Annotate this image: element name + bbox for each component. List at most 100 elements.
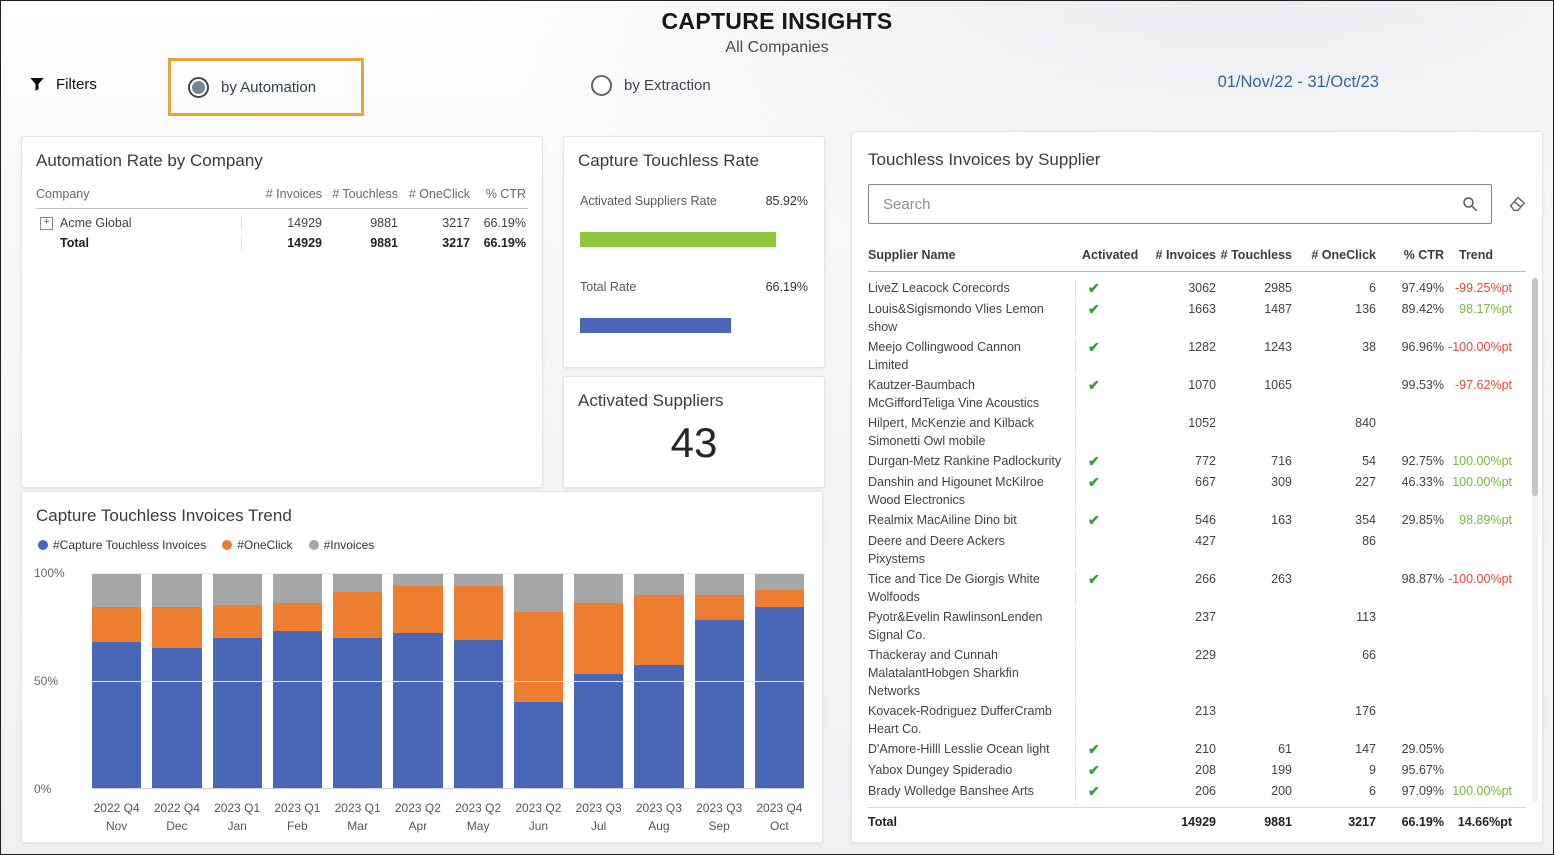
column-header-trend[interactable]: Trend bbox=[1444, 248, 1512, 262]
column-header-touchless[interactable]: # Touchless bbox=[322, 187, 398, 201]
radio-by-automation[interactable]: by Automation bbox=[171, 61, 361, 113]
column-header-activated[interactable]: Activated bbox=[1076, 248, 1132, 262]
column-header-company[interactable]: Company bbox=[36, 187, 242, 201]
x-label-month: Jan bbox=[213, 817, 262, 835]
filters-button[interactable]: Filters bbox=[28, 75, 97, 93]
metric-bar[interactable] bbox=[580, 232, 808, 247]
bar-segment bbox=[634, 573, 683, 595]
bar-segment bbox=[574, 674, 623, 788]
radio-unselected-icon bbox=[591, 75, 612, 96]
supplier-oneclick-cell: 54 bbox=[1292, 452, 1376, 471]
x-label-quarter: 2023 Q2 bbox=[393, 799, 442, 817]
radio-by-extraction[interactable]: by Extraction bbox=[591, 75, 711, 96]
trend-bar[interactable] bbox=[393, 573, 442, 788]
column-header-oneclick[interactable]: # OneClick bbox=[398, 187, 470, 201]
supplier-trend-cell: -99.25%pt bbox=[1444, 279, 1512, 298]
supplier-row[interactable]: LiveZ Leacock Corecords✔30622985697.49%-… bbox=[868, 278, 1526, 299]
supplier-row[interactable]: Brady Wolledge Banshee Arts✔206200697.09… bbox=[868, 781, 1526, 802]
column-header-ctr[interactable]: % CTR bbox=[1376, 248, 1444, 262]
bar-segment bbox=[393, 573, 442, 586]
x-axis-label: 2022 Q4Nov bbox=[92, 799, 141, 835]
total-touchless: 9881 bbox=[1216, 815, 1292, 829]
x-label-quarter: 2022 Q4 bbox=[92, 799, 141, 817]
trend-bar[interactable] bbox=[213, 573, 262, 788]
eraser-icon[interactable] bbox=[1506, 193, 1528, 215]
supplier-name-cell: Deere and Deere Ackers Pixystems bbox=[868, 532, 1076, 568]
trend-bar[interactable] bbox=[514, 573, 563, 788]
supplier-row[interactable]: Pyotr&Evelin RawlinsonLenden Signal Co.2… bbox=[868, 607, 1526, 645]
column-header-invoices[interactable]: # Invoices bbox=[1132, 248, 1216, 262]
supplier-row[interactable]: Meejo Collingwood Cannon Limited✔1282124… bbox=[868, 337, 1526, 375]
supplier-touchless-cell: 163 bbox=[1216, 511, 1292, 530]
bar-stack bbox=[273, 573, 322, 788]
supplier-row[interactable]: Yabox Dungey Spideradio✔208199995.67% bbox=[868, 760, 1526, 781]
x-label-month: Mar bbox=[333, 817, 382, 835]
search-icon[interactable] bbox=[1461, 195, 1479, 213]
table-row[interactable]: + Acme Global 14929 9881 3217 66.19% bbox=[36, 209, 528, 233]
column-header-invoices[interactable]: # Invoices bbox=[242, 187, 322, 201]
bar-stack bbox=[213, 573, 262, 788]
trend-bar[interactable] bbox=[273, 573, 322, 788]
supplier-name-cell: D'Amore-Hilll Lesslie Ocean light bbox=[868, 740, 1076, 759]
supplier-row[interactable]: Thackeray and Cunnah MalatalantHobgen Sh… bbox=[868, 645, 1526, 701]
x-label-month: Jul bbox=[574, 817, 623, 835]
metric-bar[interactable] bbox=[580, 318, 808, 333]
trend-bar[interactable] bbox=[454, 573, 503, 788]
legend-item[interactable]: #OneClick bbox=[222, 538, 292, 552]
radio-by-automation-label: by Automation bbox=[221, 79, 316, 96]
supplier-row[interactable]: Realmix MacAiline Dino bit✔54616335429.8… bbox=[868, 510, 1526, 531]
legend-item[interactable]: #Capture Touchless Invoices bbox=[38, 538, 206, 552]
supplier-ctr-cell: 46.33% bbox=[1376, 473, 1444, 509]
search-box[interactable] bbox=[868, 184, 1492, 224]
supplier-row[interactable]: Tice and Tice De Giorgis White Wolfoods✔… bbox=[868, 569, 1526, 607]
supplier-row[interactable]: Louis&Sigismondo Vlies Lemon show✔166314… bbox=[868, 299, 1526, 337]
trend-bar[interactable] bbox=[574, 573, 623, 788]
bar-segment bbox=[152, 607, 201, 648]
column-header-oneclick[interactable]: # OneClick bbox=[1292, 248, 1376, 262]
column-header-ctr[interactable]: % CTR bbox=[470, 187, 526, 201]
supplier-trend-cell: -100.00%pt bbox=[1444, 338, 1512, 374]
supplier-touchless-cell bbox=[1216, 414, 1292, 450]
supplier-touchless-cell: 263 bbox=[1216, 570, 1292, 606]
scrollbar-thumb[interactable] bbox=[1532, 278, 1538, 496]
supplier-row[interactable]: Danshin and Higounet McKilroe Wood Elect… bbox=[868, 472, 1526, 510]
supplier-trend-cell bbox=[1444, 608, 1512, 644]
trend-bar[interactable] bbox=[634, 573, 683, 788]
supplier-row[interactable]: Kovacek-Rodriguez DufferCramb Heart Co.2… bbox=[868, 701, 1526, 739]
supplier-touchless-cell: 716 bbox=[1216, 452, 1292, 471]
metric-value: 85.92% bbox=[766, 194, 808, 208]
scrollbar[interactable] bbox=[1532, 278, 1538, 802]
column-header-supplier-name[interactable]: Supplier Name bbox=[868, 248, 1076, 262]
supplier-row[interactable]: Hilpert, McKenzie and Kilback Simonetti … bbox=[868, 413, 1526, 451]
trend-bar[interactable] bbox=[333, 573, 382, 788]
supplier-row[interactable]: Deere and Deere Ackers Pixystems42786 bbox=[868, 531, 1526, 569]
x-label-quarter: 2023 Q3 bbox=[634, 799, 683, 817]
automation-table-header: Company # Invoices # Touchless # OneClic… bbox=[36, 183, 528, 209]
supplier-activated-cell: ✔ bbox=[1076, 740, 1132, 759]
bar-segment bbox=[393, 633, 442, 788]
trend-chart-card: Capture Touchless Invoices Trend #Captur… bbox=[21, 491, 823, 843]
legend-item[interactable]: #Invoices bbox=[309, 538, 375, 552]
trend-bar[interactable] bbox=[152, 573, 201, 788]
x-axis-label: 2023 Q2May bbox=[454, 799, 503, 835]
supplier-invoices-cell: 772 bbox=[1132, 452, 1216, 471]
trend-bar[interactable] bbox=[695, 573, 744, 788]
search-input[interactable] bbox=[881, 195, 1461, 214]
column-header-touchless[interactable]: # Touchless bbox=[1216, 248, 1292, 262]
expand-icon[interactable]: + bbox=[40, 217, 53, 230]
radio-by-extraction-label: by Extraction bbox=[624, 77, 711, 94]
supplier-activated-cell: ✔ bbox=[1076, 338, 1132, 374]
supplier-row[interactable]: Durgan-Metz Rankine Padlockurity✔7727165… bbox=[868, 451, 1526, 472]
automation-table: Company # Invoices # Touchless # OneClic… bbox=[36, 183, 528, 257]
x-label-month: Oct bbox=[755, 817, 804, 835]
trend-bar[interactable] bbox=[92, 573, 141, 788]
supplier-row[interactable]: D'Amore-Hilll Lesslie Ocean light✔210611… bbox=[868, 739, 1526, 760]
supplier-row[interactable]: Kautzer-Baumbach McGiffordTeliga Vine Ac… bbox=[868, 375, 1526, 413]
checkmark-icon: ✔ bbox=[1076, 512, 1100, 528]
total-label: Total bbox=[868, 815, 1076, 829]
date-range: 01/Nov/22 - 31/Oct/23 bbox=[1218, 73, 1379, 92]
x-label-quarter: 2023 Q3 bbox=[695, 799, 744, 817]
trend-bar[interactable] bbox=[755, 573, 804, 788]
supplier-name-cell: Tice and Tice De Giorgis White Wolfoods bbox=[868, 570, 1076, 606]
supplier-row[interactable]: Borer, Macejkovic and Brakus Turmel Geme… bbox=[868, 802, 1526, 806]
